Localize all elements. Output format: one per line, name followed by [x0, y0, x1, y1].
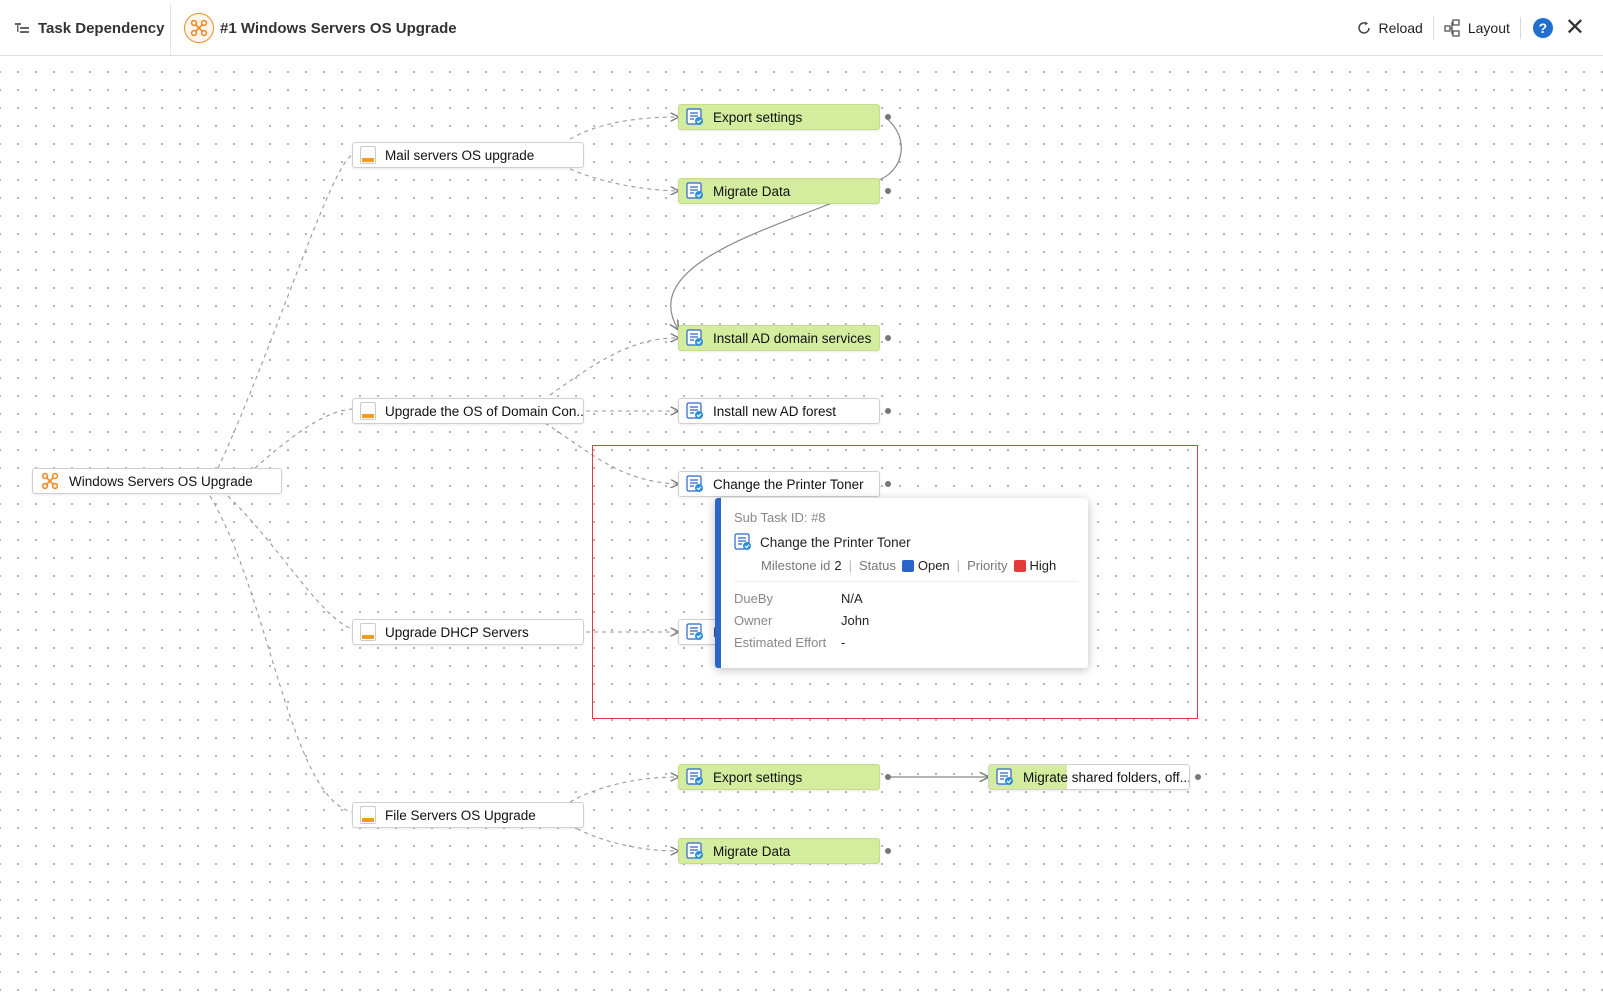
- tooltip-divider: [734, 581, 1078, 582]
- node-label: Export settings: [713, 769, 803, 785]
- task-icon: [734, 533, 751, 550]
- node-label: File Servers OS Upgrade: [385, 807, 536, 823]
- node-port[interactable]: [885, 188, 891, 194]
- node-label: Upgrade the OS of Domain Con...: [385, 403, 584, 419]
- task-dependency-title-group: Task Dependency: [14, 0, 164, 56]
- node-milestone-mail[interactable]: Mail servers OS upgrade: [352, 142, 584, 168]
- node-label: Migrate shared folders, off...: [1023, 769, 1190, 785]
- node-port[interactable]: [1195, 774, 1201, 780]
- priority-color-swatch: [1013, 559, 1026, 572]
- effort-label: Estimated Effort: [734, 635, 827, 650]
- status-color-swatch: [901, 559, 914, 572]
- reload-label: Reload: [1378, 20, 1423, 36]
- node-task-install-ad-forest[interactable]: Install new AD forest: [678, 398, 880, 424]
- link-file-export: [569, 777, 678, 803]
- link-mail-migrate: [569, 168, 678, 191]
- dueby-value: N/A: [841, 591, 863, 606]
- layout-label: Layout: [1467, 20, 1510, 36]
- milestone-value: 2: [834, 558, 842, 573]
- layout-icon: [1444, 19, 1460, 37]
- task-icon: [686, 182, 703, 199]
- reload-icon: [1358, 21, 1371, 34]
- task-icon: [686, 842, 703, 859]
- link-root-mail: [217, 154, 353, 469]
- node-label: Windows Servers OS Upgrade: [69, 473, 253, 489]
- reload-button[interactable]: Reload: [1346, 20, 1432, 36]
- page-title: Task Dependency: [38, 19, 165, 37]
- task-icon: [686, 402, 703, 419]
- meta-separator: |: [848, 558, 852, 573]
- link-mail-export: [569, 117, 678, 140]
- priority-label: Priority: [967, 558, 1008, 573]
- status-value: Open: [917, 558, 950, 573]
- task-icon: [996, 768, 1013, 785]
- project-node-icon: [41, 472, 59, 490]
- header-divider: [170, 4, 171, 56]
- node-port[interactable]: [885, 335, 891, 341]
- node-task-migrate-shared-folders[interactable]: Migrate shared folders, off...: [988, 764, 1190, 790]
- node-milestone-dhcp[interactable]: Upgrade DHCP Servers: [352, 619, 584, 645]
- node-task-export-settings-2[interactable]: Export settings: [678, 764, 880, 790]
- node-port[interactable]: [885, 774, 891, 780]
- milestone-icon: [360, 402, 376, 420]
- tooltip-dueby-row: DueBy N/A: [734, 591, 863, 606]
- task-icon: [686, 768, 703, 785]
- node-task-install-ad-domain[interactable]: Install AD domain services: [678, 325, 880, 351]
- node-task-export-settings-1[interactable]: Export settings: [678, 104, 880, 130]
- task-icon: [686, 108, 703, 125]
- link-file-migrate: [569, 824, 678, 851]
- layout-button[interactable]: Layout: [1434, 19, 1520, 37]
- node-label: Export settings: [713, 109, 803, 125]
- priority-value: High: [1029, 558, 1057, 573]
- node-task-migrate-data-1[interactable]: Migrate Data: [678, 178, 880, 204]
- node-milestone-file[interactable]: File Servers OS Upgrade: [352, 802, 584, 828]
- hierarchy-icon: [15, 23, 29, 33]
- close-icon[interactable]: ✕: [1565, 16, 1585, 40]
- toolbar-divider: [1519, 17, 1521, 39]
- node-port[interactable]: [885, 848, 891, 854]
- milestone-label: Milestone id: [761, 558, 831, 573]
- effort-value: -: [841, 635, 846, 650]
- task-icon: [686, 329, 703, 346]
- link-root-dhcp: [227, 495, 353, 630]
- link-root-file: [209, 495, 353, 813]
- dueby-label: DueBy: [734, 591, 774, 606]
- link-domain-install-ad: [549, 338, 678, 396]
- node-port[interactable]: [885, 114, 891, 120]
- toolbar: Reload Layout ? ✕: [1346, 0, 1585, 56]
- node-label: Mail servers OS upgrade: [385, 147, 535, 163]
- tooltip-owner-row: Owner John: [734, 613, 869, 628]
- help-icon[interactable]: ?: [1532, 18, 1553, 38]
- dependency-canvas[interactable]: Windows Servers OS Upgrade Mail servers …: [0, 57, 1603, 1000]
- header-bar: Task Dependency #1 Windows Servers OS Up…: [0, 0, 1603, 56]
- owner-value: John: [841, 613, 870, 628]
- tooltip-effort-row: Estimated Effort -: [734, 635, 845, 650]
- node-label: Migrate Data: [713, 843, 791, 859]
- node-label: Migrate Data: [713, 183, 791, 199]
- tooltip-task-name-text: Change the Printer Toner: [760, 534, 911, 550]
- node-label: Install new AD forest: [713, 403, 837, 419]
- node-label: Upgrade DHCP Servers: [385, 624, 529, 640]
- tooltip-sub-task-id: Sub Task ID: #8: [734, 510, 826, 525]
- tooltip-task-name: Change the Printer Toner: [734, 533, 911, 551]
- link-migrate-install-ad: [671, 202, 833, 329]
- node-port[interactable]: [885, 408, 891, 414]
- tooltip-meta-row: Milestone id 2 | Status Open | Priority …: [761, 558, 1056, 573]
- owner-label: Owner: [734, 613, 773, 628]
- milestone-icon: [360, 146, 376, 164]
- meta-separator: |: [956, 558, 961, 573]
- project-icon: [184, 13, 214, 43]
- status-label: Status: [859, 558, 896, 573]
- project-breadcrumb: #1 Windows Servers OS Upgrade: [184, 0, 457, 56]
- node-milestone-domain[interactable]: Upgrade the OS of Domain Con...: [352, 398, 584, 424]
- milestone-icon: [360, 806, 376, 824]
- node-root-project[interactable]: Windows Servers OS Upgrade: [32, 468, 282, 494]
- node-task-migrate-data-2[interactable]: Migrate Data: [678, 838, 880, 864]
- project-title: #1 Windows Servers OS Upgrade: [220, 19, 457, 37]
- task-detail-tooltip: Sub Task ID: #8 Change the Printer Toner…: [715, 498, 1088, 668]
- link-root-domain: [254, 408, 353, 469]
- node-label: Install AD domain services: [713, 330, 872, 346]
- milestone-icon: [360, 623, 376, 641]
